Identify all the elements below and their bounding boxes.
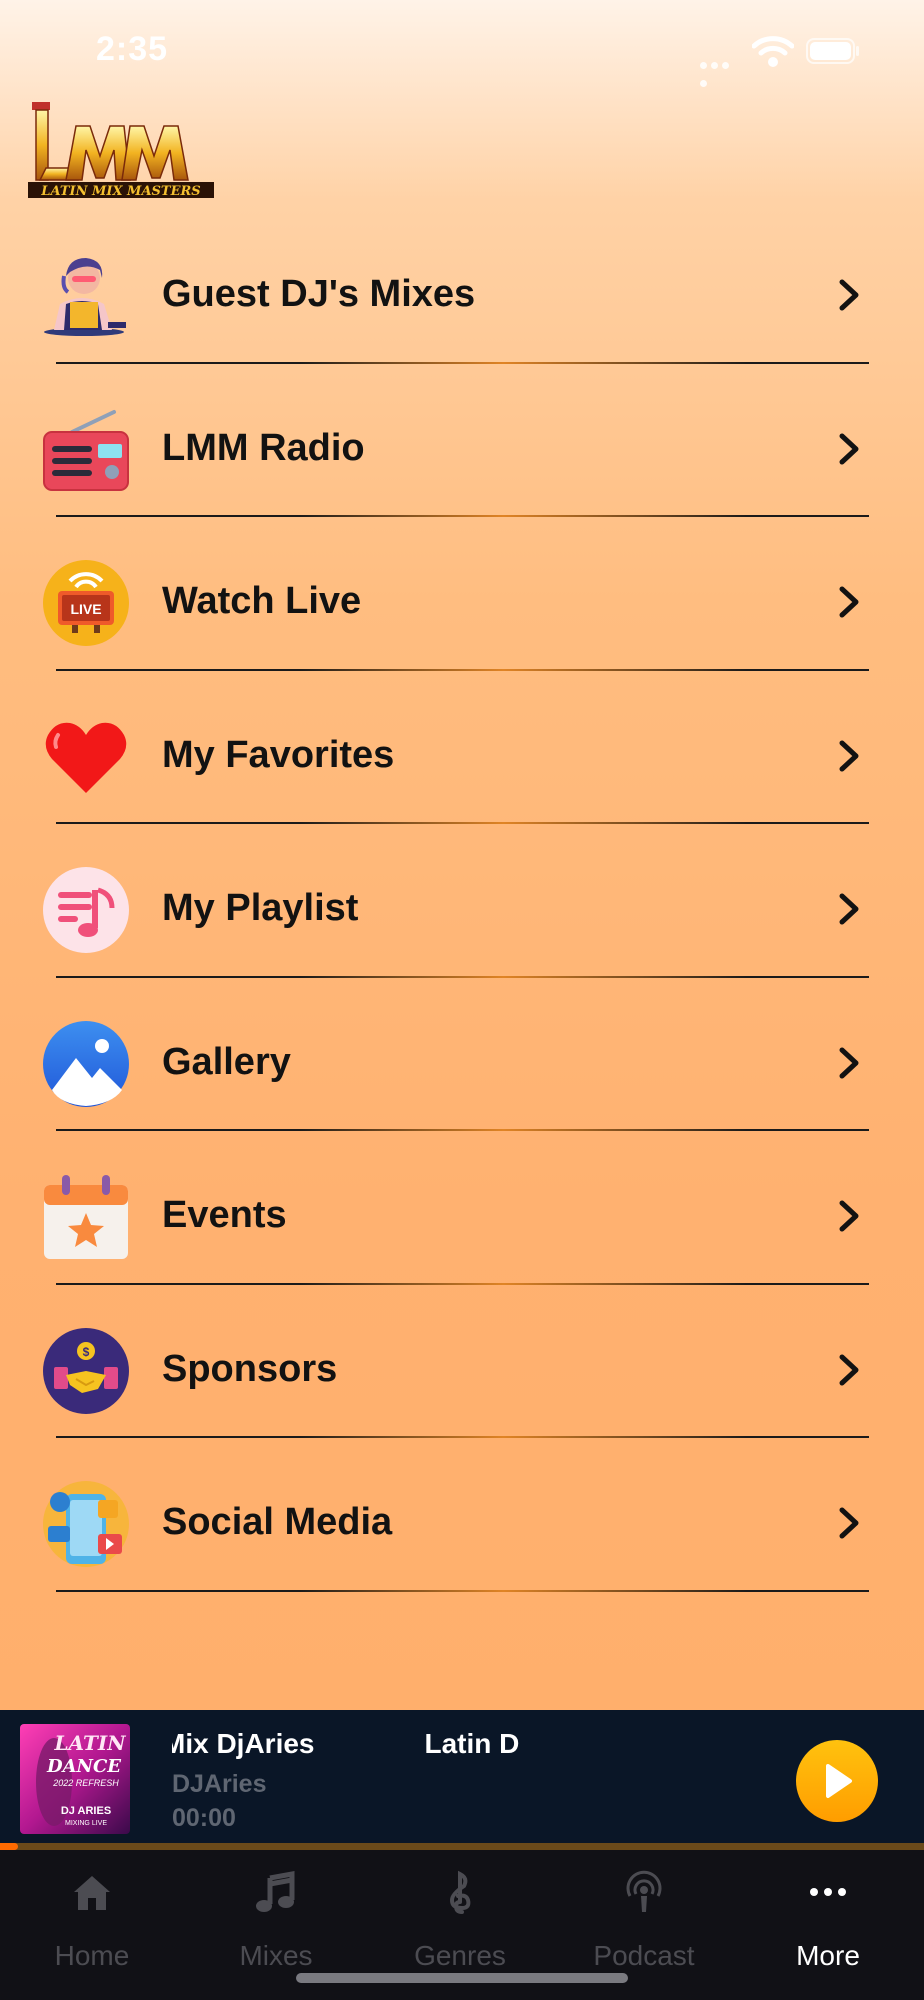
- chevron-right-icon: [839, 279, 859, 311]
- playlist-icon: [43, 867, 129, 953]
- menu-item-label: Social Media: [162, 1501, 393, 1543]
- menu-item-watch-live[interactable]: LIVE Watch Live: [0, 517, 924, 671]
- now-playing-title: Mix DjAries Latin D: [172, 1726, 520, 1766]
- menu-item-label: Events: [162, 1194, 287, 1236]
- menu-item-social-media[interactable]: Social Media: [0, 1438, 924, 1592]
- title-fragment: Latin D: [424, 1728, 520, 1759]
- album-cover: LATIN DANCE 2022 REFRESH DJ ARIES MIXING…: [20, 1724, 130, 1834]
- menu-item-label: Gallery: [162, 1040, 291, 1083]
- more-dots-icon: [810, 1888, 846, 1896]
- podcast-icon: [626, 1870, 662, 1912]
- radio-icon: [43, 409, 129, 491]
- menu-item-label: Sponsors: [162, 1347, 338, 1390]
- tab-label: Podcast: [593, 1940, 695, 1971]
- now-playing-artist: DJAries: [172, 1770, 267, 1798]
- chevron-right-icon: [839, 1200, 859, 1232]
- menu-item-guest-djs-mixes[interactable]: Guest DJ's Mixes: [0, 210, 924, 364]
- dj-icon: [44, 258, 126, 336]
- status-time: 2:35: [96, 30, 169, 68]
- menu-item-label: Watch Live: [162, 580, 362, 622]
- svg-text:DANCE: DANCE: [46, 1756, 121, 1777]
- chevron-right-icon: [839, 433, 859, 464]
- chevron-right-icon: [839, 1507, 859, 1539]
- menu-item-label: Guest DJ's Mixes: [162, 273, 476, 315]
- tab-label: More: [796, 1940, 860, 1971]
- battery-icon: [806, 38, 859, 64]
- playback-progress-fill: [0, 1843, 19, 1850]
- status-bar: 2:35: [0, 0, 924, 100]
- music-note-icon: [256, 1871, 295, 1912]
- tab-more[interactable]: More: [736, 1850, 920, 2000]
- tab-label: Genres: [414, 1940, 506, 1971]
- tab-label: Home: [54, 1940, 130, 1971]
- handshake-icon: $: [43, 1327, 129, 1414]
- chevron-right-icon: [839, 740, 859, 771]
- play-icon: [826, 1764, 852, 1798]
- live-badge-text: LIVE: [70, 601, 101, 617]
- menu-item-events[interactable]: Events: [0, 1131, 924, 1285]
- divider: [56, 1589, 869, 1592]
- tab-label: Mixes: [239, 1940, 313, 1971]
- menu-item-my-favorites[interactable]: My Favorites: [0, 671, 924, 824]
- calendar-icon: [44, 1175, 128, 1259]
- wifi-icon: [752, 36, 794, 67]
- more-menu-list: Guest DJ's Mixes LMM Radio LIVE Watch Li…: [0, 210, 924, 1592]
- menu-item-gallery[interactable]: Gallery: [0, 978, 924, 1131]
- svg-text:LATIN: LATIN: [53, 1731, 126, 1755]
- svg-text:2022 REFRESH: 2022 REFRESH: [52, 1778, 119, 1788]
- chevron-right-icon: [839, 1047, 859, 1078]
- signal-icon: [700, 56, 742, 87]
- svg-text:MIXING LIVE: MIXING LIVE: [65, 1820, 107, 1827]
- tab-home[interactable]: Home: [0, 1850, 184, 2000]
- menu-item-sponsors[interactable]: $ Sponsors: [0, 1285, 924, 1438]
- svg-text:$: $: [83, 1345, 90, 1359]
- treble-clef-icon: [449, 1870, 471, 1914]
- menu-item-label: LMM Radio: [162, 426, 365, 469]
- social-media-icon: [43, 1481, 129, 1567]
- svg-text:LATIN MIX MASTERS: LATIN MIX MASTERS: [40, 184, 200, 199]
- chevron-right-icon: [839, 893, 859, 925]
- heart-icon: [45, 722, 127, 793]
- chevron-right-icon: [839, 1354, 859, 1385]
- menu-item-label: My Favorites: [162, 733, 395, 776]
- play-button[interactable]: [796, 1740, 878, 1822]
- menu-item-my-playlist[interactable]: My Playlist: [0, 824, 924, 978]
- menu-item-label: My Playlist: [162, 887, 359, 929]
- elapsed-time: 00:00: [172, 1804, 236, 1832]
- gallery-icon: [43, 1020, 129, 1107]
- home-indicator: [296, 1973, 628, 1983]
- chevron-right-icon: [839, 586, 859, 618]
- title-fragment: Mix DjAries: [172, 1728, 315, 1759]
- live-tv-icon: LIVE: [43, 560, 129, 646]
- home-icon: [74, 1876, 110, 1910]
- svg-text:DJ ARIES: DJ ARIES: [61, 1805, 111, 1817]
- mini-player[interactable]: LATIN DANCE 2022 REFRESH DJ ARIES MIXING…: [0, 1710, 924, 1846]
- playback-progress-bar[interactable]: [0, 1843, 924, 1850]
- menu-item-lmm-radio[interactable]: LMM Radio: [0, 364, 924, 517]
- app-logo: LATIN MIX MASTERS: [28, 102, 214, 199]
